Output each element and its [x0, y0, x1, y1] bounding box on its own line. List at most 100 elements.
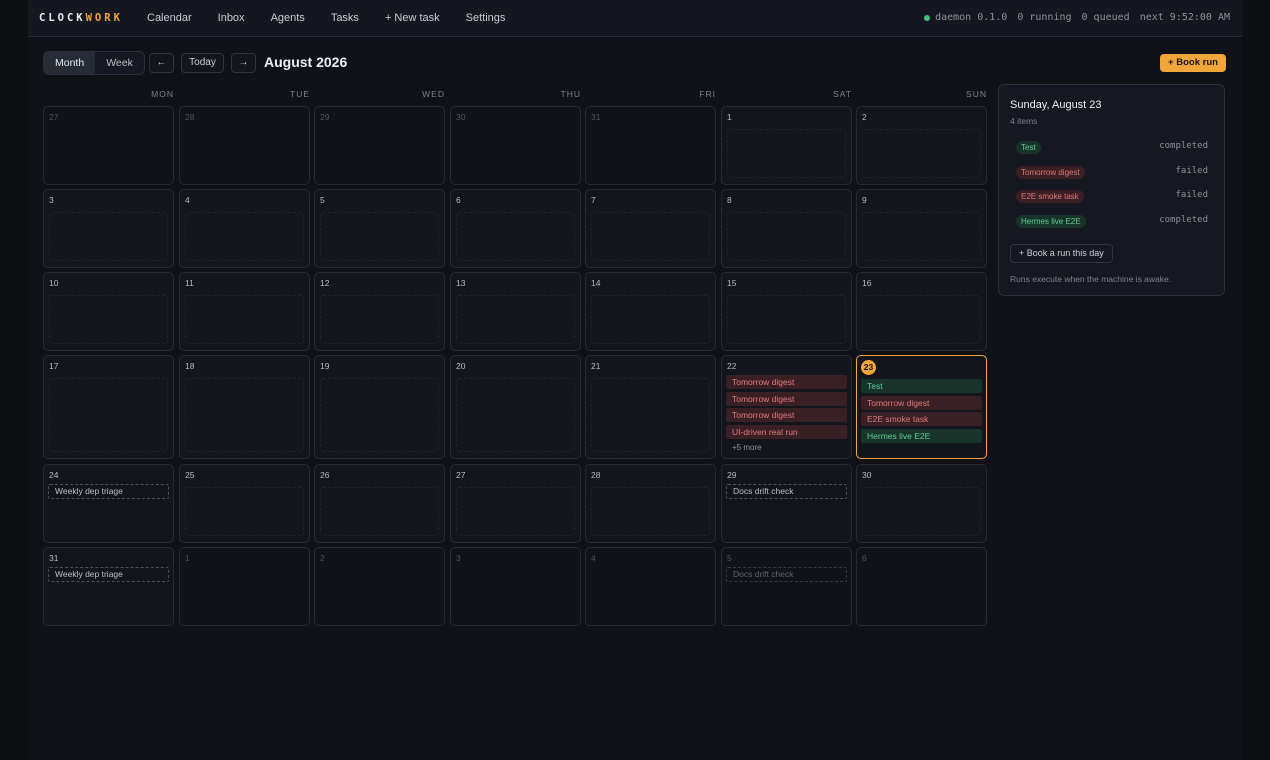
drop-zone	[862, 129, 981, 178]
view-week-button[interactable]: Week	[95, 52, 144, 74]
more-events-link[interactable]: +5 more	[732, 443, 762, 452]
drop-zone	[49, 295, 168, 344]
prev-month-button[interactable]: ←	[149, 53, 174, 73]
day-number: 20	[456, 361, 466, 371]
nav-new-task[interactable]: + New task	[385, 0, 440, 36]
scheduled-run[interactable]: Docs drift check	[726, 484, 847, 499]
run-label-pill[interactable]: Tomorrow digest	[1016, 165, 1085, 179]
run-event-failed[interactable]: Tomorrow digest	[726, 375, 847, 389]
run-label-pill[interactable]: Test	[1016, 141, 1041, 154]
day-cell[interactable]: 3	[43, 189, 174, 268]
panel-run-row[interactable]: Test completed	[1010, 141, 1208, 155]
day-cell[interactable]: 14	[585, 272, 716, 351]
day-cell[interactable]: 8	[721, 189, 852, 268]
day-cell[interactable]: 26	[314, 464, 445, 543]
day-cell[interactable]: 31	[585, 106, 716, 185]
nav-tasks[interactable]: Tasks	[331, 0, 359, 36]
day-cell[interactable]: 22 Tomorrow digest Tomorrow digest Tomorrow…	[721, 355, 852, 459]
drop-zone	[185, 212, 304, 261]
day-cell[interactable]: 16	[856, 272, 987, 351]
day-number: 2	[862, 112, 867, 122]
day-number: 29	[320, 112, 330, 122]
day-number: 2	[320, 553, 325, 563]
day-cell[interactable]: 11	[179, 272, 310, 351]
day-cell[interactable]: 13	[450, 272, 581, 351]
drop-zone	[456, 487, 575, 536]
day-number: 30	[862, 470, 872, 480]
nav-settings[interactable]: Settings	[466, 0, 506, 36]
panel-run-row[interactable]: Hermes live E2E completed	[1010, 215, 1208, 229]
day-cell[interactable]: 17	[43, 355, 174, 459]
run-event-failed[interactable]: Tomorrow digest	[726, 408, 847, 422]
day-cell[interactable]: 24 Weekly dep triage	[43, 464, 174, 543]
day-number: 22	[727, 361, 737, 371]
day-cell[interactable]: 29	[314, 106, 445, 185]
day-number: 24	[49, 470, 59, 480]
day-cell[interactable]: 2	[856, 106, 987, 185]
day-cell[interactable]: 21	[585, 355, 716, 459]
run-event-failed[interactable]: Tomorrow digest	[861, 395, 982, 410]
panel-run-row[interactable]: E2E smoke task failed	[1010, 190, 1208, 204]
nav-inbox[interactable]: Inbox	[218, 0, 245, 36]
book-run-button[interactable]: + Book run	[1160, 54, 1226, 72]
day-cell[interactable]: 6	[856, 547, 987, 626]
day-cell[interactable]: 5 Docs drift check	[721, 547, 852, 626]
status-dot-icon	[924, 15, 931, 21]
day-cell[interactable]: 1	[179, 547, 310, 626]
day-cell[interactable]: 31 Weekly dep triage	[43, 547, 174, 626]
day-cell[interactable]: 29 Docs drift check	[721, 464, 852, 543]
book-run-this-day-button[interactable]: + Book a run this day	[1010, 244, 1113, 263]
day-cell[interactable]: 5	[314, 189, 445, 268]
day-cell[interactable]: 15	[721, 272, 852, 351]
day-number: 11	[185, 278, 194, 288]
panel-item-count: 4 items	[1010, 116, 1038, 126]
day-cell[interactable]: 27	[450, 464, 581, 543]
day-cell[interactable]: 28	[585, 464, 716, 543]
day-number: 5	[320, 195, 325, 205]
drop-zone	[185, 378, 304, 452]
run-event-completed[interactable]: Hermes live E2E	[861, 428, 982, 443]
run-event-failed[interactable]: E2E smoke task	[861, 412, 982, 426]
day-number: 26	[320, 470, 330, 480]
day-cell[interactable]: 2	[314, 547, 445, 626]
run-event-completed[interactable]: Test	[861, 379, 982, 393]
day-cell[interactable]: 30	[450, 106, 581, 185]
drop-zone	[727, 129, 846, 178]
day-cell[interactable]: 3	[450, 547, 581, 626]
day-cell[interactable]: 1	[721, 106, 852, 185]
day-cell[interactable]: 28	[179, 106, 310, 185]
day-cell[interactable]: 6	[450, 189, 581, 268]
view-month-button[interactable]: Month	[44, 52, 96, 74]
day-cell[interactable]: 18	[179, 355, 310, 459]
scheduled-run[interactable]: Weekly dep triage	[48, 567, 169, 582]
day-cell[interactable]: 10	[43, 272, 174, 351]
day-cell[interactable]: 9	[856, 189, 987, 268]
day-cell[interactable]: 19	[314, 355, 445, 459]
run-status: failed	[1175, 190, 1208, 201]
nav-agents[interactable]: Agents	[271, 0, 305, 36]
scheduled-run[interactable]: Weekly dep triage	[48, 484, 169, 499]
run-status: completed	[1159, 215, 1208, 226]
day-cell[interactable]: 20	[450, 355, 581, 459]
day-cell[interactable]: 27	[43, 106, 174, 185]
day-cell[interactable]: 4	[179, 189, 310, 268]
next-month-button[interactable]: →	[231, 53, 256, 73]
drop-zone	[591, 378, 710, 452]
nav-calendar[interactable]: Calendar	[147, 0, 192, 36]
app-logo[interactable]: CLOCKWORK	[39, 12, 123, 24]
run-event-failed[interactable]: Tomorrow digest	[726, 391, 847, 406]
day-number: 25	[185, 470, 195, 480]
day-cell[interactable]: 12	[314, 272, 445, 351]
day-cell[interactable]: 7	[585, 189, 716, 268]
run-label-pill[interactable]: Hermes live E2E	[1016, 215, 1086, 229]
scheduled-run[interactable]: Docs drift check	[726, 567, 847, 582]
day-cell[interactable]: 4	[585, 547, 716, 626]
day-cell[interactable]: 23 Test Tomorrow digest E2E smoke task Herme…	[856, 355, 987, 459]
panel-run-row[interactable]: Tomorrow digest failed	[1010, 165, 1208, 180]
day-cell[interactable]: 25	[179, 464, 310, 543]
day-cell[interactable]: 30	[856, 464, 987, 543]
today-button[interactable]: Today	[181, 53, 224, 73]
run-event-failed[interactable]: UI-driven real run	[726, 424, 847, 439]
run-label-pill[interactable]: E2E smoke task	[1016, 190, 1084, 204]
drop-zone	[591, 487, 710, 536]
